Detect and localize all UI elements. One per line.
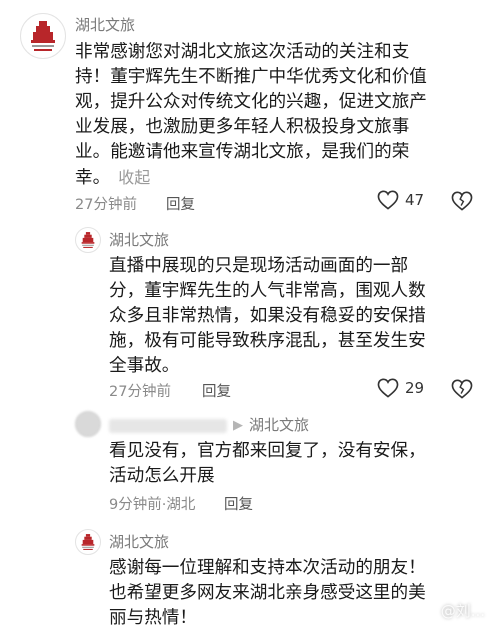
broken-heart-icon: [451, 191, 473, 211]
hubei-logo-icon: [81, 232, 95, 248]
like-button[interactable]: 29: [377, 378, 424, 398]
comment-line: 直播中展现的只是现场活动画面的一部: [109, 256, 409, 276]
comment-line: 分，董宇辉先生的人气非常高，围观人数: [109, 281, 426, 301]
reply-target-name[interactable]: 湖北文旅: [249, 416, 309, 434]
comment-line-end: 幸。: [75, 168, 111, 188]
comment-line: 幸。 收起: [75, 165, 427, 190]
comment-line: 活动怎么开展: [109, 466, 215, 486]
comment-line: 施，极有可能导致秩序混乱，甚至发生安: [109, 331, 426, 351]
heart-icon: [377, 190, 399, 210]
comment-line: 业发展，也激励更多年轻人积极投身文旅事: [75, 117, 410, 137]
hubei-logo-icon: [81, 534, 95, 550]
hubei-logo-icon: [31, 21, 55, 51]
collapse-link[interactable]: 收起: [118, 168, 150, 187]
comment-text: 看见没有，官方都来回复了，没有安保， 活动怎么开展: [109, 439, 426, 489]
timestamp: 27分钟前: [109, 384, 171, 400]
reply-arrow-icon: ▶: [233, 418, 243, 433]
comment-line: 也希望更多网友来湖北亲身感受这里的美: [109, 583, 426, 603]
dislike-button[interactable]: [451, 191, 473, 215]
author-avatar[interactable]: [75, 529, 101, 555]
comment-line: 非常感谢您对湖北文旅这次活动的关注和支: [75, 42, 410, 62]
dislike-button[interactable]: [451, 379, 473, 403]
comment-text: 直播中展现的只是现场活动画面的一部 分，董宇辉先生的人气非常高，围观人数 众多且…: [109, 254, 426, 379]
comment-line: 丽与热情！: [109, 608, 197, 628]
like-count: 47: [405, 191, 425, 209]
comment-line: 众多且非常热情，如果没有稳妥的安保措: [109, 306, 426, 326]
like-count: 29: [405, 379, 425, 397]
comment-text: 感谢每一位理解和支持本次活动的朋友！ 也希望更多网友来湖北亲身感受这里的美 丽与…: [109, 556, 426, 631]
comment-line: 感谢每一位理解和支持本次活动的朋友！: [109, 558, 426, 578]
author-name[interactable]: 湖北文旅: [109, 229, 169, 250]
reply-button[interactable]: 回复: [224, 493, 253, 514]
reply-button[interactable]: 回复: [202, 380, 231, 401]
heart-icon: [377, 378, 399, 398]
comment-line: 看见没有，官方都来回复了，没有安保，: [109, 441, 426, 461]
author-avatar[interactable]: [75, 227, 101, 253]
blurred-username: [109, 418, 227, 433]
broken-heart-icon: [451, 379, 473, 399]
like-button[interactable]: 47: [377, 190, 424, 210]
author-avatar[interactable]: [20, 13, 66, 59]
reply-target: ▶ 湖北文旅: [109, 414, 309, 435]
reply-button[interactable]: 回复: [166, 193, 195, 214]
author-name[interactable]: 湖北文旅: [75, 14, 135, 35]
watermark: @刘...: [440, 602, 485, 620]
comment-line: 业。能邀请他来宣传湖北文旅，是我们的荣: [75, 142, 410, 162]
timestamp: 27分钟前: [75, 197, 137, 213]
comment-line: 持！董宇辉先生不断推广中华优秀文化和价值: [75, 67, 427, 87]
timestamp: 9分钟前·湖北: [109, 497, 196, 513]
comment-line: 全事故。: [109, 356, 180, 376]
comment-line: 观，提升公众对传统文化的兴趣，促进文旅产: [75, 92, 427, 112]
user-avatar[interactable]: [75, 411, 101, 437]
author-name[interactable]: 湖北文旅: [109, 531, 169, 552]
comment-text: 非常感谢您对湖北文旅这次活动的关注和支 持！董宇辉先生不断推广中华优秀文化和价值…: [75, 40, 427, 190]
